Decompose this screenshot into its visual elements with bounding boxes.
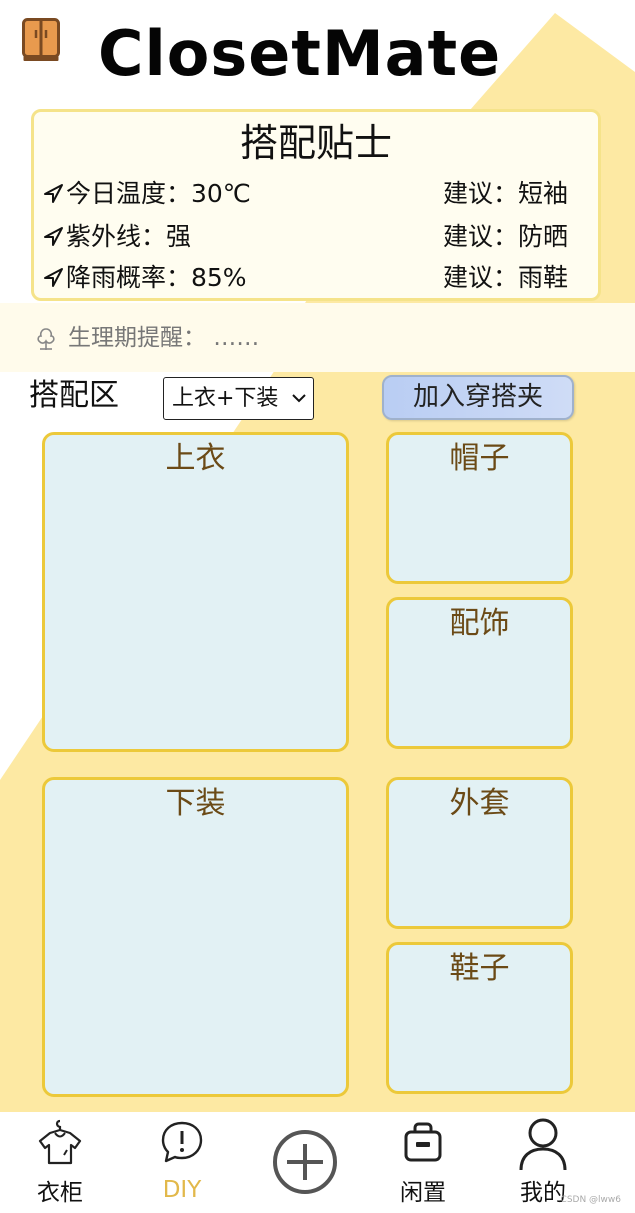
slot-bottom[interactable]: 下装	[42, 777, 349, 1097]
wardrobe-logo-icon	[22, 18, 60, 62]
location-arrow-icon	[44, 268, 63, 287]
tip-row-uv: 紫外线：强 建议：防晒	[42, 219, 568, 255]
slot-coat[interactable]: 外套	[386, 777, 573, 929]
tip-rain-suggestion: 建议：雨鞋	[442, 263, 568, 292]
outfit-type-value: 上衣+下装	[172, 386, 279, 411]
tip-uv-text: 紫外线：强	[66, 222, 192, 251]
add-to-outfit-folder-button[interactable]: 加入穿搭夹	[382, 375, 574, 420]
period-reminder-text: 生理期提醒： ……	[68, 325, 260, 351]
nav-item-add[interactable]	[250, 1112, 360, 1213]
tip-rain-text: 降雨概率：85%	[66, 263, 247, 292]
nav-label-closet: 衣柜	[37, 1180, 83, 1206]
chevron-down-icon	[292, 394, 306, 403]
nav-label-diy: DIY	[162, 1177, 202, 1203]
nav-item-diy[interactable]: DIY	[127, 1112, 237, 1213]
period-reminder-bar[interactable]: 生理期提醒： ……	[0, 303, 635, 372]
shirt-hanger-icon	[38, 1119, 82, 1165]
location-arrow-icon	[44, 184, 63, 203]
slot-shoes-label: 鞋子	[449, 951, 510, 986]
user-icon	[519, 1118, 567, 1171]
outfit-type-select[interactable]: 上衣+下装	[163, 377, 314, 420]
tips-card: 搭配贴士 今日温度：30℃ 建议：短袖 紫外线：强 建议：防晒 降雨概率：85%…	[31, 109, 601, 301]
slot-bottom-label: 下装	[165, 786, 226, 821]
tips-title: 搭配贴士	[239, 121, 392, 165]
tip-temperature-text: 今日温度：30℃	[66, 179, 251, 208]
outfit-area-label: 搭配区	[29, 378, 119, 413]
tip-temperature-suggestion: 建议：短袖	[442, 179, 568, 208]
tip-uv-suggestion: 建议：防晒	[442, 222, 568, 251]
bag-icon	[404, 1122, 442, 1162]
slot-top[interactable]: 上衣	[42, 432, 349, 752]
alert-bubble-icon	[161, 1121, 203, 1163]
slot-hat[interactable]: 帽子	[386, 432, 573, 584]
slot-shoes[interactable]: 鞋子	[386, 942, 573, 1094]
slot-top-label: 上衣	[165, 441, 226, 476]
tip-row-rain: 降雨概率：85% 建议：雨鞋	[42, 260, 568, 296]
flower-icon	[37, 328, 55, 350]
plus-circle-icon	[273, 1130, 337, 1194]
slot-hat-label: 帽子	[449, 441, 510, 476]
slot-accessory-label: 配饰	[449, 606, 510, 641]
nav-label-idle: 闲置	[400, 1180, 446, 1206]
tip-row-temperature: 今日温度：30℃ 建议：短袖	[42, 176, 568, 212]
nav-item-idle[interactable]: 闲置	[368, 1112, 478, 1213]
app-title: ClosetMate	[98, 17, 502, 90]
watermark: CSDN @lww6	[560, 1195, 621, 1205]
bottom-nav: 衣柜 DIY 闲置 我的 CSDN @lww6	[0, 1112, 635, 1213]
slot-accessory[interactable]: 配饰	[386, 597, 573, 749]
location-arrow-icon	[44, 227, 63, 246]
nav-item-closet[interactable]: 衣柜	[5, 1112, 115, 1213]
slot-coat-label: 外套	[449, 786, 510, 821]
